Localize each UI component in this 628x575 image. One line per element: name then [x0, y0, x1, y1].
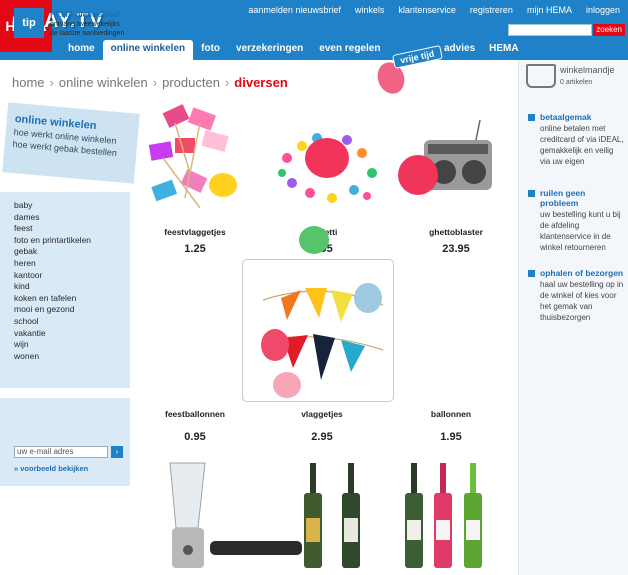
basket-count: 0 artikelen [560, 79, 593, 86]
category-item[interactable]: dames [14, 212, 116, 224]
usp-text: haal uw bestelling op in de winkel of ki… [540, 280, 624, 322]
product-price: 23.95 [442, 243, 470, 255]
ghettoblaster-image[interactable] [396, 120, 496, 205]
tab-foto[interactable]: foto [193, 40, 228, 60]
extra-nav: advies HEMA [444, 43, 519, 54]
link-inloggen[interactable]: inloggen [586, 5, 620, 15]
main-nav: home online winkelen foto verzekeringen … [60, 40, 388, 60]
breadcrumb-separator: › [224, 75, 230, 90]
product-name[interactable]: ghettoblaster [401, 227, 511, 237]
category-item[interactable]: wijn [14, 339, 116, 351]
product-feestballonnen[interactable]: feestballonnen 0.95 [140, 409, 250, 443]
product-price: 1.95 [440, 431, 462, 443]
search-button[interactable]: zoeken [593, 24, 625, 36]
vlaggetjes-image [261, 283, 384, 398]
category-item[interactable]: foto en printartikelen [14, 235, 116, 247]
tab-advies[interactable]: advies [444, 43, 475, 54]
online-winkelen-card: online winkelen hoe werkt online winkele… [2, 102, 140, 184]
category-item[interactable]: vakantie [14, 328, 116, 340]
category-item[interactable]: kind [14, 281, 116, 293]
product-vlaggetjes[interactable]: vlaggetjes 2.95 [267, 409, 377, 443]
category-item[interactable]: wonen [14, 351, 116, 363]
breadcrumb-producten[interactable]: producten [162, 75, 220, 90]
bullet-icon [528, 190, 535, 197]
feestvlaggetjes-image[interactable] [145, 103, 245, 218]
product-name[interactable]: vlaggetjes [267, 409, 377, 419]
usp-heading[interactable]: betaalgemak [540, 112, 624, 122]
category-item[interactable]: school [14, 316, 116, 328]
product-highlight-card[interactable] [242, 259, 394, 402]
tab-even-regelen[interactable]: even regelen [311, 40, 388, 60]
link-registreren[interactable]: registreren [470, 5, 513, 15]
breadcrumb-separator: › [152, 75, 158, 90]
link-klantenservice[interactable]: klantenservice [398, 5, 456, 15]
breadcrumb-home[interactable]: home [12, 75, 45, 90]
breadcrumb-current: diversen [234, 75, 288, 90]
link-mijn-hema[interactable]: mijn HEMA [527, 5, 572, 15]
search-input[interactable] [508, 24, 592, 36]
voorbeeld-link[interactable]: » voorbeeld bekijken [14, 464, 88, 473]
category-item[interactable]: feest [14, 223, 116, 235]
newsletter-text: ontvang tweewekelijks de laatste aanbied… [50, 21, 125, 37]
email-field[interactable]: uw e-mail adres [14, 446, 108, 458]
usp-heading[interactable]: ruilen geen probleem [540, 188, 624, 208]
link-nieuwsbrief[interactable]: aanmelden nieuwsbrief [248, 5, 341, 15]
email-submit-button[interactable]: › [111, 446, 123, 458]
category-list: baby dames feest foto en printartikelen … [0, 192, 130, 388]
breadcrumb-separator: › [49, 75, 54, 90]
category-item[interactable]: mooi en gezond [14, 304, 116, 316]
tip-icon: tip [14, 8, 44, 38]
usp-ophalen: ophalen of bezorgen haal uw bestelling o… [528, 268, 624, 323]
category-item[interactable]: gebak [14, 246, 116, 258]
balloon-decoration [299, 226, 329, 254]
bottom-products-image[interactable] [160, 458, 500, 575]
product-ghettoblaster[interactable]: ghettoblaster 23.95 [401, 227, 511, 255]
product-ballonnen[interactable]: ballonnen 1.95 [396, 409, 506, 443]
product-price: 0.95 [184, 431, 206, 443]
basket-title[interactable]: winkelmandje [560, 65, 615, 75]
top-links: aanmelden nieuwsbrief winkels klantenser… [248, 5, 620, 15]
product-name[interactable]: feestballonnen [140, 409, 250, 419]
usp-heading[interactable]: ophalen of bezorgen [540, 268, 624, 278]
breadcrumb-online-winkelen[interactable]: online winkelen [59, 75, 148, 90]
bullet-icon [528, 114, 535, 121]
usp-text: uw bestelling kunt u bij de afdeling kla… [540, 210, 621, 252]
usp-text: online betalen met creditcard of via iDE… [540, 124, 624, 166]
category-item[interactable]: kantoor [14, 270, 116, 282]
tab-verzekeringen[interactable]: verzekeringen [228, 40, 311, 60]
bullet-icon [528, 270, 535, 277]
product-price: 1.25 [184, 243, 206, 255]
basket-icon[interactable] [526, 64, 556, 88]
product-name[interactable]: ballonnen [396, 409, 506, 419]
usp-ruilen: ruilen geen probleem uw bestelling kunt … [528, 188, 624, 253]
category-item[interactable]: baby [14, 200, 116, 212]
link-winkels[interactable]: winkels [355, 5, 385, 15]
tab-home[interactable]: home [60, 40, 103, 60]
breadcrumb: home › online winkelen › producten › diversen [12, 75, 288, 90]
newsletter-title: HEMA nieuwsbrief [50, 10, 120, 19]
usp-betaalgemak: betaalgemak online betalen met creditcar… [528, 112, 624, 167]
product-feestvlaggetjes[interactable]: feestvlaggetjes 1.25 [140, 227, 250, 255]
product-price: 2.95 [311, 431, 333, 443]
product-name[interactable]: feestvlaggetjes [140, 227, 250, 237]
tab-hema[interactable]: HEMA [489, 43, 518, 54]
voorbeeld-label: voorbeeld bekijken [20, 464, 89, 473]
tab-online-winkelen[interactable]: online winkelen [102, 40, 194, 60]
category-item[interactable]: koken en tafelen [14, 293, 116, 305]
confetti-image[interactable] [272, 128, 382, 208]
category-item[interactable]: heren [14, 258, 116, 270]
